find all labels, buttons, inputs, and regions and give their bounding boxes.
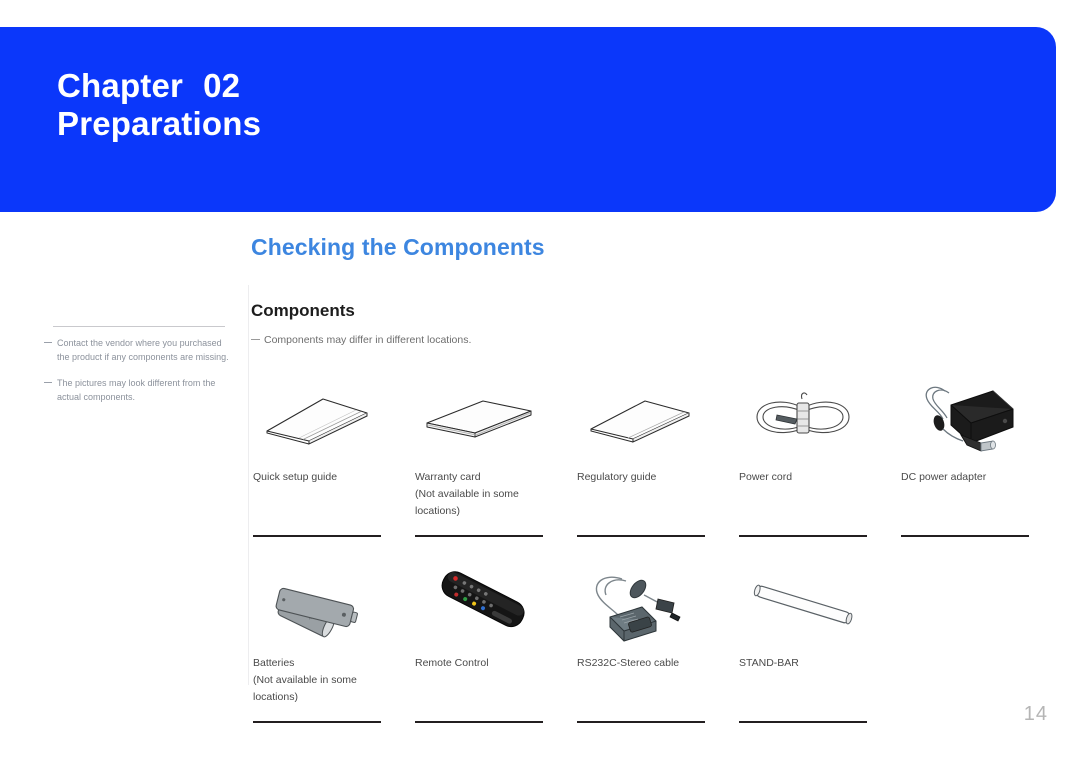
dc-power-adapter-icon bbox=[901, 375, 1029, 463]
dash-bullet-icon bbox=[44, 342, 52, 343]
component-underline bbox=[415, 721, 543, 723]
power-cord-icon bbox=[739, 375, 867, 463]
sidebar-divider bbox=[53, 326, 225, 327]
component-label: Warranty card bbox=[415, 471, 481, 483]
batteries-icon: + bbox=[253, 561, 381, 649]
component-underline bbox=[739, 535, 867, 537]
content-divider bbox=[248, 285, 249, 685]
chapter-banner: Chapter 02 Preparations bbox=[0, 27, 1056, 212]
component-cell-rs232c-cable: RS232C-Stereo cable bbox=[577, 561, 705, 723]
component-labels: Quick setup guide bbox=[253, 463, 381, 531]
component-labels: STAND-BAR bbox=[739, 649, 867, 717]
component-cell-stand-bar: STAND-BAR bbox=[739, 561, 867, 723]
section-note: Components may differ in different locat… bbox=[251, 334, 471, 346]
booklet-icon bbox=[253, 375, 381, 463]
component-labels: Batteries (Not available in some locatio… bbox=[253, 649, 381, 717]
booklet-icon bbox=[577, 375, 705, 463]
component-label: (Not available in some bbox=[253, 674, 357, 686]
component-underline bbox=[253, 535, 381, 537]
sidebar-note-text: Contact the vendor where you purchased t… bbox=[57, 338, 229, 362]
components-row: Quick setup guide Warranty card (Not ava… bbox=[253, 375, 1053, 537]
component-underline bbox=[901, 535, 1029, 537]
components-row: + Batteries (Not available in some locat… bbox=[253, 561, 1053, 723]
component-cell-empty bbox=[901, 561, 1029, 723]
sidebar-note-item: The pictures may look different from the… bbox=[44, 376, 234, 404]
component-labels: Regulatory guide bbox=[577, 463, 705, 531]
component-label: Batteries bbox=[253, 657, 295, 669]
chapter-title: Preparations bbox=[57, 105, 262, 142]
component-underline bbox=[577, 535, 705, 537]
component-underline bbox=[901, 721, 1029, 723]
component-label: (Not available in some bbox=[415, 488, 519, 500]
chapter-word: Chapter bbox=[57, 67, 184, 104]
component-underline bbox=[253, 721, 381, 723]
component-underline bbox=[739, 721, 867, 723]
component-cell-regulatory-guide: Regulatory guide bbox=[577, 375, 705, 537]
chapter-heading-line: Chapter 02 bbox=[57, 67, 240, 105]
remote-control-icon bbox=[415, 561, 543, 649]
component-label: Regulatory guide bbox=[577, 471, 657, 483]
component-labels: DC power adapter bbox=[901, 463, 1029, 531]
component-cell-power-cord: Power cord bbox=[739, 375, 867, 537]
component-cell-dc-power-adapter: DC power adapter bbox=[901, 375, 1029, 537]
component-labels bbox=[901, 649, 1029, 717]
component-label: RS232C-Stereo cable bbox=[577, 657, 680, 669]
sidebar-note-text: The pictures may look different from the… bbox=[57, 378, 216, 402]
component-underline bbox=[577, 721, 705, 723]
component-cell-remote-control: Remote Control bbox=[415, 561, 543, 723]
component-label: locations) bbox=[253, 691, 298, 703]
section-note-text: Components may differ in different locat… bbox=[264, 334, 472, 346]
dash-bullet-icon bbox=[251, 339, 260, 340]
component-label: Quick setup guide bbox=[253, 471, 338, 483]
component-cell-warranty-card: Warranty card (Not available in some loc… bbox=[415, 375, 543, 537]
stacked-cards-icon bbox=[415, 375, 543, 463]
component-label: Remote Control bbox=[415, 657, 489, 669]
component-labels: RS232C-Stereo cable bbox=[577, 649, 705, 717]
component-label: DC power adapter bbox=[901, 471, 987, 483]
stand-bar-icon bbox=[739, 561, 867, 649]
sidebar-notes: Contact the vendor where you purchased t… bbox=[44, 336, 234, 416]
page-number: 14 bbox=[1023, 703, 1048, 725]
component-labels: Remote Control bbox=[415, 649, 543, 717]
page-title: Checking the Components bbox=[251, 234, 545, 260]
empty-art bbox=[901, 561, 1029, 649]
component-cell-batteries: + Batteries (Not available in some locat… bbox=[253, 561, 381, 723]
sidebar-note-item: Contact the vendor where you purchased t… bbox=[44, 336, 234, 364]
component-cell-quick-setup-guide: Quick setup guide bbox=[253, 375, 381, 537]
dash-bullet-icon bbox=[44, 382, 52, 383]
component-label: locations) bbox=[415, 505, 460, 517]
section-heading: Components bbox=[251, 301, 355, 320]
component-label: STAND-BAR bbox=[739, 657, 799, 669]
chapter-number: 02 bbox=[203, 67, 241, 104]
component-labels: Warranty card (Not available in some loc… bbox=[415, 463, 543, 531]
component-labels: Power cord bbox=[739, 463, 867, 531]
rs232c-cable-icon bbox=[577, 561, 705, 649]
components-grid: Quick setup guide Warranty card (Not ava… bbox=[253, 375, 1053, 723]
component-underline bbox=[415, 535, 543, 537]
component-label: Power cord bbox=[739, 471, 793, 483]
